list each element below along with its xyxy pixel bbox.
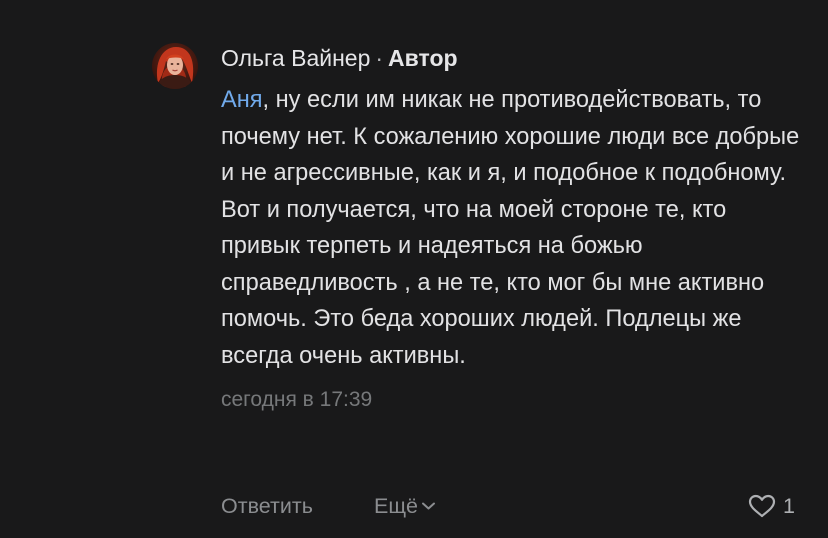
more-button[interactable]: Ещё bbox=[374, 488, 436, 524]
author-badge: Автор bbox=[388, 45, 458, 71]
like-button[interactable]: 1 bbox=[748, 488, 795, 524]
more-label: Ещё bbox=[374, 494, 418, 518]
avatar-image bbox=[152, 43, 198, 89]
avatar[interactable] bbox=[152, 43, 198, 89]
comment-text-body: , ну если им никак не противодействовать… bbox=[221, 87, 800, 369]
like-count: 1 bbox=[783, 494, 795, 518]
reply-button[interactable]: Ответить bbox=[221, 488, 313, 524]
chevron-down-icon bbox=[422, 502, 435, 510]
comment-timestamp[interactable]: сегодня в 17:39 bbox=[221, 385, 811, 415]
heart-icon bbox=[748, 494, 776, 517]
comment-body: Ольга Вайнер · Автор Аня, ну если им никак… bbox=[221, 40, 811, 415]
mention-link[interactable]: Аня bbox=[221, 87, 263, 113]
author-name[interactable]: Ольга Вайнер bbox=[221, 45, 370, 71]
comment-text: Аня, ну если им никак не противодействов… bbox=[221, 82, 811, 374]
comment-actions: Ответить Ещё 1 bbox=[221, 488, 811, 524]
author-separator: · bbox=[375, 45, 384, 71]
comment-header: Ольга Вайнер · Автор bbox=[221, 40, 811, 76]
